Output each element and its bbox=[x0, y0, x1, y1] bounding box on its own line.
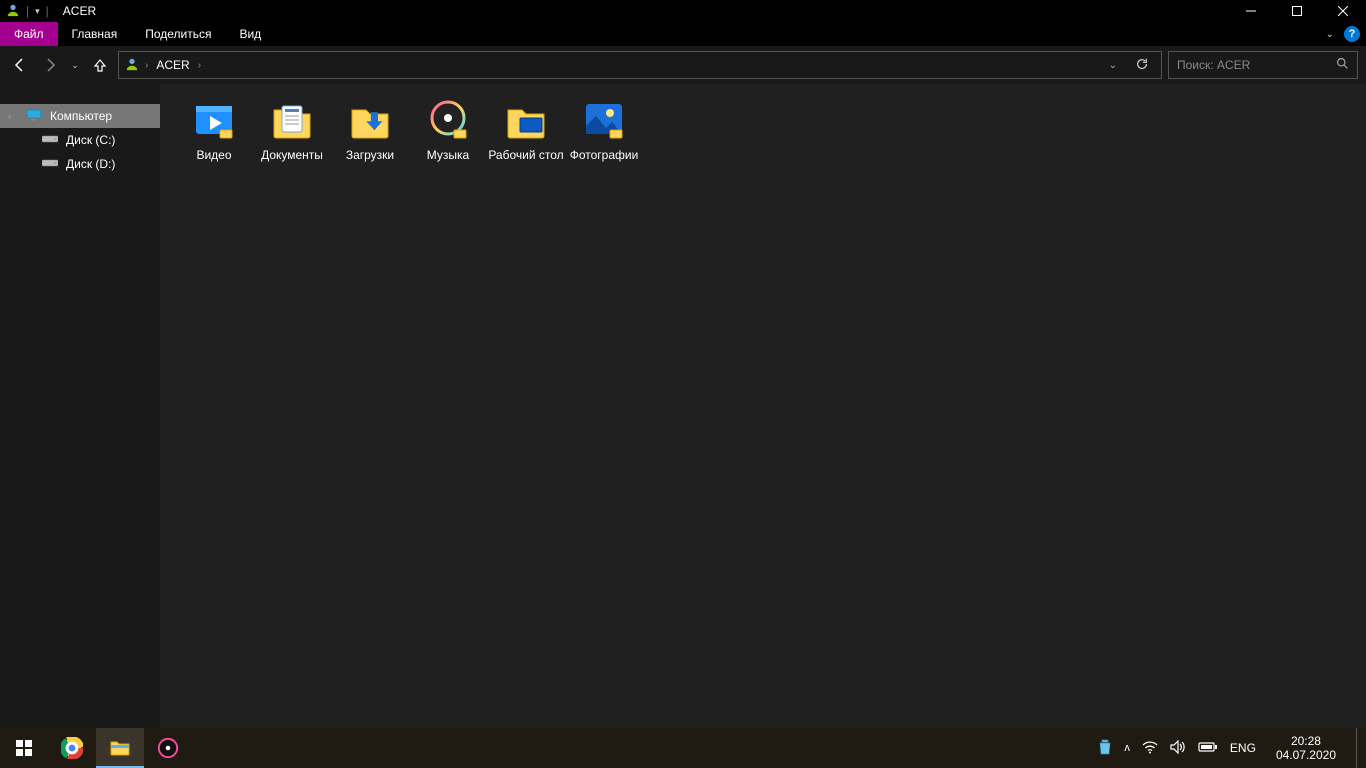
folder-label: Загрузки bbox=[346, 148, 394, 162]
qat-separator: | bbox=[46, 4, 49, 18]
pictures-icon bbox=[580, 96, 628, 144]
forward-button[interactable] bbox=[38, 53, 62, 77]
recent-locations-button[interactable]: ⌄ bbox=[68, 53, 82, 77]
explorer-window: | ▾ | ACER Файл Главная Поделиться Вид ⌄… bbox=[0, 0, 1366, 728]
tray-wifi-icon[interactable] bbox=[1142, 740, 1158, 757]
folder-label: Рабочий стол bbox=[488, 148, 563, 162]
folder-label: Фотографии bbox=[570, 148, 639, 162]
sidebar-item-label: Компьютер bbox=[50, 109, 112, 123]
search-icon bbox=[1336, 57, 1349, 73]
address-dropdown-icon[interactable]: ⌄ bbox=[1103, 60, 1123, 71]
explorer-body: › Компьютер Диск (C:) Диск (D:) bbox=[0, 84, 1366, 728]
tab-file[interactable]: Файл bbox=[0, 22, 58, 46]
chevron-right-icon[interactable]: › bbox=[8, 111, 18, 121]
window-title: ACER bbox=[63, 4, 96, 18]
sidebar-item-drive-c[interactable]: Диск (C:) bbox=[0, 128, 160, 152]
documents-icon bbox=[268, 96, 316, 144]
minimize-button[interactable] bbox=[1228, 0, 1274, 22]
taskbar-app-groove[interactable] bbox=[144, 728, 192, 768]
tray-chevron-up-icon[interactable]: ʌ bbox=[1124, 742, 1130, 754]
user-icon bbox=[6, 3, 20, 20]
start-button[interactable] bbox=[0, 728, 48, 768]
computer-icon bbox=[26, 109, 42, 124]
folder-label: Документы bbox=[261, 148, 323, 162]
qat-dropdown-icon[interactable]: ▾ bbox=[35, 6, 40, 17]
folder-music[interactable]: Музыка bbox=[410, 96, 486, 162]
tray-language[interactable]: ENG bbox=[1230, 741, 1256, 755]
back-button[interactable] bbox=[8, 53, 32, 77]
folder-label: Музыка bbox=[427, 148, 469, 162]
folder-videos[interactable]: Видео bbox=[176, 96, 252, 162]
sidebar-item-computer[interactable]: › Компьютер bbox=[0, 104, 160, 128]
search-input[interactable]: Поиск: ACER bbox=[1168, 51, 1358, 79]
qat-separator: | bbox=[26, 4, 29, 18]
chevron-right-icon[interactable]: › bbox=[145, 60, 148, 71]
address-bar[interactable]: › ACER › ⌄ bbox=[118, 51, 1162, 79]
tray-date: 04.07.2020 bbox=[1276, 748, 1336, 762]
breadcrumb-item[interactable]: ACER bbox=[154, 58, 191, 72]
folder-documents[interactable]: Документы bbox=[254, 96, 330, 162]
tray-clock[interactable]: 20:28 04.07.2020 bbox=[1268, 734, 1344, 762]
refresh-button[interactable] bbox=[1129, 57, 1155, 74]
user-folder-icon bbox=[125, 57, 139, 74]
folder-label: Видео bbox=[196, 148, 231, 162]
drive-icon bbox=[42, 157, 58, 172]
show-desktop-button[interactable] bbox=[1356, 728, 1362, 768]
taskbar: ʌ ENG 20:28 04.07.2020 bbox=[0, 728, 1366, 768]
maximize-button[interactable] bbox=[1274, 0, 1320, 22]
help-button[interactable]: ? bbox=[1344, 26, 1360, 42]
tray-battery-icon[interactable] bbox=[1198, 741, 1218, 756]
drive-icon bbox=[42, 133, 58, 148]
ribbon-expand-icon[interactable]: ⌄ bbox=[1326, 29, 1334, 40]
tray-time: 20:28 bbox=[1276, 734, 1336, 748]
taskbar-app-chrome[interactable] bbox=[48, 728, 96, 768]
close-button[interactable] bbox=[1320, 0, 1366, 22]
videos-icon bbox=[190, 96, 238, 144]
chevron-right-icon[interactable]: › bbox=[198, 60, 201, 71]
navigation-pane: › Компьютер Диск (C:) Диск (D:) bbox=[0, 84, 160, 728]
navigation-bar: ⌄ › ACER › ⌄ Поиск: ACER bbox=[0, 46, 1366, 84]
tab-share[interactable]: Поделиться bbox=[131, 22, 225, 46]
downloads-icon bbox=[346, 96, 394, 144]
system-tray: ʌ ENG 20:28 04.07.2020 bbox=[1098, 728, 1366, 768]
search-placeholder: Поиск: ACER bbox=[1177, 58, 1336, 72]
titlebar: | ▾ | ACER bbox=[0, 0, 1366, 22]
tab-home[interactable]: Главная bbox=[58, 22, 132, 46]
tab-view[interactable]: Вид bbox=[225, 22, 275, 46]
music-icon bbox=[424, 96, 472, 144]
desktop-icon bbox=[502, 96, 550, 144]
sidebar-item-label: Диск (D:) bbox=[66, 157, 115, 171]
ribbon-tabs: Файл Главная Поделиться Вид ⌄ ? bbox=[0, 22, 1366, 46]
taskbar-app-explorer[interactable] bbox=[96, 728, 144, 768]
tray-volume-icon[interactable] bbox=[1170, 740, 1186, 757]
folder-desktop[interactable]: Рабочий стол bbox=[488, 96, 564, 162]
folder-pictures[interactable]: Фотографии bbox=[566, 96, 642, 162]
folder-downloads[interactable]: Загрузки bbox=[332, 96, 408, 162]
sidebar-item-drive-d[interactable]: Диск (D:) bbox=[0, 152, 160, 176]
tray-recycle-icon[interactable] bbox=[1098, 739, 1112, 758]
file-list[interactable]: Видео Документы bbox=[160, 84, 1366, 728]
up-button[interactable] bbox=[88, 53, 112, 77]
sidebar-item-label: Диск (C:) bbox=[66, 133, 115, 147]
